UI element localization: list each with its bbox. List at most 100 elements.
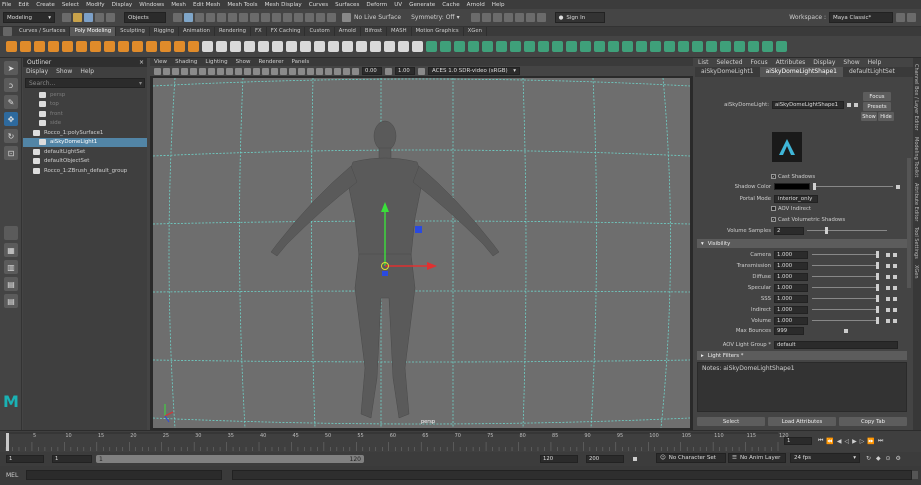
script-editor-icon[interactable] (912, 471, 918, 479)
shelf-tab-mash[interactable]: MASH (387, 27, 412, 36)
mask-dynamics-icon[interactable] (261, 13, 270, 22)
attr-tab-defaultlightset[interactable]: defaultLightSet (843, 67, 901, 77)
notes-area[interactable]: Notes: aiSkyDomeLightShape1 (697, 362, 907, 412)
volume-samples-field[interactable]: 2 (774, 226, 804, 235)
visibility-slider[interactable] (812, 295, 879, 302)
volume-samples-slider[interactable] (807, 227, 887, 234)
live-surface-field[interactable]: No Live Surface (341, 13, 401, 22)
anim-layer-dropdown[interactable]: ☰ No Anim Layer (728, 453, 786, 463)
sew-uv-icon[interactable] (593, 41, 605, 52)
start-frame-field[interactable]: 1 (6, 455, 44, 463)
wireframe-icon[interactable] (244, 67, 251, 75)
auto-map-icon[interactable] (537, 41, 549, 52)
step-forward-key-icon[interactable]: ⏩ (867, 438, 874, 445)
render-view-icon[interactable] (525, 13, 535, 22)
visibility-value-field[interactable]: 1.000 (774, 272, 808, 281)
menu-display[interactable]: Display (112, 2, 133, 8)
image-plane-icon[interactable] (181, 67, 188, 75)
single-pane-icon[interactable] (4, 226, 18, 240)
smooth-shade-icon[interactable] (253, 67, 260, 75)
center-pivot-icon[interactable] (621, 41, 633, 52)
pipe-icon[interactable] (117, 41, 129, 52)
gamma-field[interactable]: 1.00 (395, 67, 415, 75)
keyframe-icon[interactable]: ◆ (876, 455, 881, 462)
sphere-icon[interactable] (5, 41, 17, 52)
new-scene-icon[interactable] (62, 13, 71, 22)
visibility-slider[interactable] (812, 306, 879, 313)
go-to-start-icon[interactable]: ⏮ (818, 437, 823, 445)
sign-in-button[interactable]: ● Sign In (554, 12, 605, 23)
menu-file[interactable]: File (2, 2, 11, 8)
symmetry-field[interactable]: Symmetry: Off ▾ (411, 14, 459, 21)
viewport-menu-panels[interactable]: Panels (292, 59, 310, 65)
select-button[interactable]: Select (697, 417, 765, 426)
fps-dropdown[interactable]: 24 fps ▾ (790, 453, 860, 463)
outliner-item[interactable]: Rocco_1:polySurface1 (23, 128, 147, 138)
outliner-item[interactable]: front (23, 109, 147, 119)
shelf-tab-custom[interactable]: Custom (305, 27, 335, 36)
delete-history-icon[interactable] (649, 41, 661, 52)
outliner-search[interactable]: Search... ▾ (25, 78, 145, 88)
offset-loop-icon[interactable] (425, 41, 437, 52)
visibility-value-field[interactable]: 1.000 (774, 250, 808, 259)
target-weld-icon[interactable] (383, 41, 395, 52)
attr-menu-help[interactable]: Help (868, 59, 882, 66)
shelf-tab-arnold[interactable]: Arnold (335, 27, 361, 36)
append-icon[interactable] (341, 41, 353, 52)
visibility-value-field[interactable]: 1.000 (774, 316, 808, 325)
show-button[interactable]: Show (861, 112, 877, 121)
side-tab-channel-box-layer-editor[interactable]: Channel Box / Layer Editor (913, 64, 919, 131)
soccer-ball-icon[interactable] (159, 41, 171, 52)
shelf-tab-fx-caching[interactable]: FX Caching (267, 27, 306, 36)
menu-edit-mesh[interactable]: Edit Mesh (193, 2, 220, 8)
menu-mesh-tools[interactable]: Mesh Tools (227, 2, 257, 8)
quadrangulate-icon[interactable] (761, 41, 773, 52)
triangulate-icon[interactable] (747, 41, 759, 52)
menu-mesh-display[interactable]: Mesh Display (265, 2, 302, 8)
side-tab-modeling-toolkit[interactable]: Modeling Toolkit (913, 137, 919, 177)
play-forward-icon[interactable]: ▶ (852, 438, 857, 445)
range-start-field[interactable]: 1 (52, 455, 92, 463)
outliner-item[interactable]: top (23, 100, 147, 110)
visibility-section[interactable]: ▾ Visibility (697, 239, 907, 248)
bevel-icon[interactable] (327, 41, 339, 52)
plane-icon[interactable] (75, 41, 87, 52)
menu-help[interactable]: Help (492, 2, 505, 8)
menu-edit[interactable]: Edit (18, 2, 29, 8)
arnold-render-icon[interactable] (536, 13, 546, 22)
map-icon[interactable] (886, 307, 890, 312)
outliner-layout-icon[interactable]: ▤ (4, 277, 18, 291)
shelf-tab-rendering[interactable]: Rendering (215, 27, 252, 36)
attr-scrollbar[interactable] (907, 158, 911, 288)
gate-mask-icon[interactable] (217, 67, 224, 75)
extrude-icon[interactable] (299, 41, 311, 52)
select-object-icon[interactable] (184, 13, 193, 22)
xray-joints-icon[interactable] (343, 67, 350, 75)
layout-option-icon[interactable]: ▤ (4, 294, 18, 308)
outliner-item[interactable]: side (23, 119, 147, 129)
ipr-render-icon[interactable] (492, 13, 502, 22)
shadow-color-slider[interactable] (813, 183, 893, 190)
max-bounces-field[interactable]: 999 (774, 326, 804, 335)
mask-curves-icon[interactable] (228, 13, 237, 22)
aov-indirect-checkbox[interactable] (771, 206, 776, 211)
visibility-slider[interactable] (812, 317, 879, 324)
close-icon[interactable]: × (139, 58, 144, 67)
field-chart-icon[interactable] (226, 67, 233, 75)
viewport-menu-show[interactable]: Show (236, 59, 251, 65)
step-back-key-icon[interactable]: ⏪ (826, 438, 833, 445)
map-icon[interactable] (886, 285, 890, 290)
menu-select[interactable]: Select (62, 2, 79, 8)
connect-icon[interactable] (397, 41, 409, 52)
reverse-normals-icon[interactable] (705, 41, 717, 52)
play-backward-icon[interactable]: ◁ (845, 438, 850, 445)
viewport-menu-renderer[interactable]: Renderer (258, 59, 283, 65)
cylinder-icon[interactable] (33, 41, 45, 52)
shelf-tab-rigging[interactable]: Rigging (150, 27, 179, 36)
character-set-dropdown[interactable]: ☺ No Character Set (656, 453, 726, 463)
go-to-end-icon[interactable]: ⏭ (878, 437, 883, 445)
hide-button[interactable]: Hide (878, 112, 894, 121)
snap-grid-icon[interactable] (283, 13, 292, 22)
menu-curves[interactable]: Curves (309, 2, 328, 8)
smooth-icon[interactable] (229, 41, 241, 52)
